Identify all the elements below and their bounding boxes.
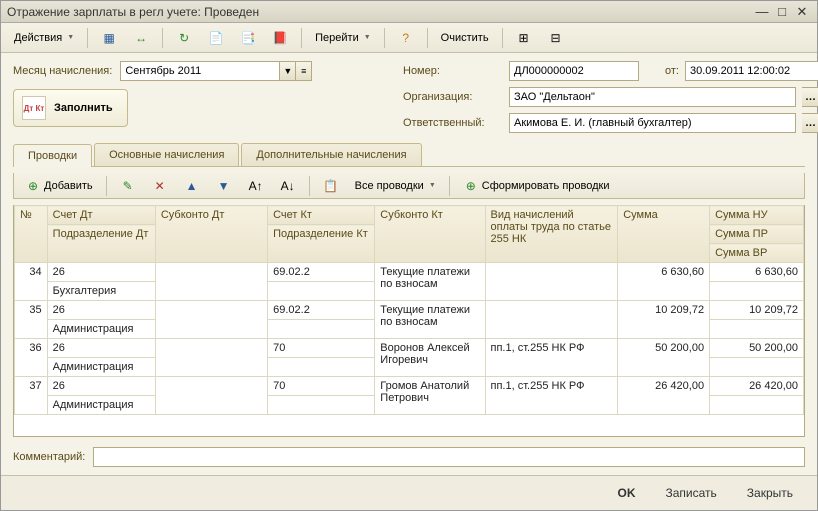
fill-button[interactable]: Дт Кт Заполнить (13, 89, 128, 127)
add-row-button[interactable]: ⊕Добавить (18, 174, 100, 198)
month-input[interactable] (120, 61, 280, 81)
month-label: Месяц начисления: (13, 65, 112, 77)
close-icon[interactable]: ✕ (793, 4, 811, 20)
tab-additional[interactable]: Дополнительные начисления (241, 143, 421, 166)
actions-menu[interactable]: Действия▼ (7, 28, 81, 48)
main-toolbar: Действия▼ ▦ ↔ ↻ 📄 📑 📕 Перейти▼ ? Очистит… (1, 23, 817, 53)
copy-icon[interactable]: 📋 (316, 174, 346, 198)
org-label: Организация: (403, 91, 503, 103)
resp-ellipsis-button[interactable]: … (802, 113, 818, 133)
table-row[interactable]: 352669.02.2Текущие платежи по взносам10 … (15, 301, 804, 320)
button-bar: OK Записать Закрыть (1, 475, 817, 510)
maximize-icon[interactable]: □ (773, 4, 791, 20)
window-title: Отражение зарплаты в регл учете: Проведе… (7, 5, 751, 19)
comment-label: Комментарий: (13, 451, 85, 463)
tab-basic[interactable]: Основные начисления (94, 143, 239, 166)
grid[interactable]: № Счет Дт Субконто Дт Счет Кт Субконто К… (13, 205, 805, 437)
move-down-icon[interactable]: ▼ (209, 174, 239, 198)
col-n[interactable]: № (15, 206, 48, 263)
sort-asc-icon[interactable]: A↑ (241, 174, 271, 198)
edit-icon[interactable]: ✎ (113, 174, 143, 198)
tab-entries[interactable]: Проводки (13, 144, 92, 167)
date-field[interactable]: 30.09.2011 12:00:02 (685, 61, 818, 81)
col-sum-vr[interactable]: Сумма ВР (710, 244, 804, 263)
col-sum[interactable]: Сумма (618, 206, 710, 263)
month-dropdown-button[interactable]: ▼ (280, 61, 296, 81)
resp-field[interactable]: Акимова Е. И. (главный бухгалтер) (509, 113, 796, 133)
org-field[interactable]: ЗАО "Дельтаон" (509, 87, 796, 107)
ok-button[interactable]: OK (608, 482, 646, 504)
col-dt-dept[interactable]: Подразделение Дт (47, 225, 155, 263)
col-kt-dept[interactable]: Подразделение Кт (268, 225, 375, 263)
document-icon2[interactable]: 📑 (233, 26, 263, 50)
col-kt-acc[interactable]: Счет Кт (268, 206, 375, 225)
table-row[interactable]: 362670Воронов Алексей Игоревичпп.1, ст.2… (15, 339, 804, 358)
settings-icon2[interactable]: ⊟ (541, 26, 571, 50)
form-entries-button[interactable]: ⊕Сформировать проводки (456, 174, 617, 198)
help-button[interactable]: ? (391, 26, 421, 50)
fill-icon: Дт Кт (22, 96, 46, 120)
col-calc[interactable]: Вид начислений оплаты труда по статье 25… (485, 206, 618, 263)
org-ellipsis-button[interactable]: … (802, 87, 818, 107)
number-label: Номер: (403, 65, 503, 77)
minimize-icon[interactable]: — (753, 4, 771, 20)
number-field[interactable]: ДЛ000000002 (509, 61, 639, 81)
all-entries-button[interactable]: Все проводки▼ (348, 176, 443, 196)
settings-icon1[interactable]: ⊞ (509, 26, 539, 50)
month-stepper-button[interactable]: ≡ (296, 61, 312, 81)
grid-toolbar: ⊕Добавить ✎ ✕ ▲ ▼ A↑ A↓ 📋 Все проводки▼ … (13, 173, 805, 199)
move-up-icon[interactable]: ▲ (177, 174, 207, 198)
window: Отражение зарплаты в регл учете: Проведе… (0, 0, 818, 511)
post-document-button[interactable]: ▦ (94, 26, 124, 50)
clear-button[interactable]: Очистить (434, 28, 496, 48)
col-dt-acc[interactable]: Счет Дт (47, 206, 155, 225)
document-icon1[interactable]: 📄 (201, 26, 231, 50)
col-kt-sub[interactable]: Субконто Кт (375, 206, 485, 263)
save-button-bottom[interactable]: Записать (656, 482, 727, 504)
document-icon3[interactable]: 📕 (265, 26, 295, 50)
form-area: Месяц начисления: ▼ ≡ Дт Кт Заполнить (1, 53, 817, 475)
col-sum-nu[interactable]: Сумма НУ (710, 206, 804, 225)
col-sum-pr[interactable]: Сумма ПР (710, 225, 804, 244)
refresh-button[interactable]: ↻ (169, 26, 199, 50)
goto-menu[interactable]: Перейти▼ (308, 28, 378, 48)
close-button[interactable]: Закрыть (737, 482, 803, 504)
table-row[interactable]: 372670Громов Анатолий Петровичпп.1, ст.2… (15, 377, 804, 396)
sort-desc-icon[interactable]: A↓ (273, 174, 303, 198)
titlebar: Отражение зарплаты в регл учете: Проведе… (1, 1, 817, 23)
from-label: от: (665, 65, 679, 77)
delete-icon[interactable]: ✕ (145, 174, 175, 198)
resp-label: Ответственный: (403, 117, 503, 129)
comment-input[interactable] (93, 447, 805, 467)
tabs: Проводки Основные начисления Дополнитель… (13, 143, 805, 167)
save-button[interactable]: ↔ (126, 26, 156, 50)
table-row[interactable]: 342669.02.2Текущие платежи по взносам6 6… (15, 263, 804, 282)
col-dt-sub[interactable]: Субконто Дт (155, 206, 267, 263)
